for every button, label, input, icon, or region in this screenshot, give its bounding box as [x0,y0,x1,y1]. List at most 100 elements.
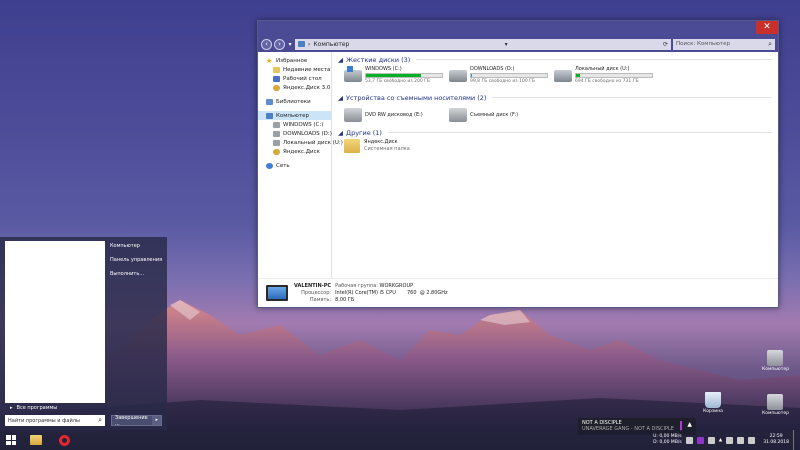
start-item-computer[interactable]: Компьютер [110,243,165,257]
nav-desktop[interactable]: Рабочий стол [258,74,331,83]
search-placeholder: Поиск: Компьютер [676,41,730,47]
drive-list: WINDOWS (C:) 53,7 ГБ свободно из 200 ГБ DO… [344,66,772,90]
details-pane: VALENTIN-PC Рабочая группа: WORKGROUP Пр… [258,278,778,307]
device-list: DVD RW дисковод (E:) Съемный диск (F:) [344,105,772,125]
network-icon [266,162,273,169]
device-label: Съемный диск (F:) [470,112,519,118]
drive-free-space: 53,7 ГБ свободно из 200 ГБ [365,79,430,84]
workgroup-value: WORKGROUP [379,283,414,289]
taskbar-explorer[interactable] [22,430,50,450]
start-item-control-panel[interactable]: Панель управления [110,257,165,271]
desktop-icon-computer[interactable]: Компьютер [762,350,789,372]
forward-button[interactable]: › [274,38,285,50]
network-icon[interactable] [726,436,734,444]
history-dropdown[interactable]: ▾ [287,41,293,48]
clock-date: 31.08.2018 [763,440,789,445]
memory-value: 8,00 ГБ [335,297,355,303]
nav-computer[interactable]: Компьютер [258,111,331,120]
nav-libraries[interactable]: Библиотеки [258,97,331,106]
removable-drive[interactable]: Съемный диск (F:) [449,105,554,125]
drive-tile[interactable]: Локальный диск (U:) 694 ГБ свободно из 73… [554,66,659,90]
taskbar-opera[interactable] [50,430,78,450]
nav-favorites[interactable]: ★ Избранное [258,56,331,65]
nav-drive-d[interactable]: DOWNLOADS (D:) [258,129,332,138]
nav-drive-u[interactable]: Локальный диск (U:) [258,138,343,147]
volume-icon[interactable] [737,436,745,444]
dvd-drive[interactable]: DVD RW дисковод (E:) [344,105,449,125]
drive-icon [273,121,280,128]
drive-tile[interactable]: DOWNLOADS (D:) 99,8 ГБ свободно из 100 ГБ [449,66,554,90]
back-button[interactable]: ‹ [261,38,272,50]
taskbar: U: 0,00 MB/s D: 0,00 MB/s ▲ 22:59 31.08.… [0,430,800,450]
tray-app-icon[interactable] [685,436,693,444]
item-type: Системная папка [364,146,410,152]
yandex-disk-icon [273,84,280,91]
window-titlebar[interactable]: ✕ [258,21,778,36]
star-icon: ★ [266,56,273,65]
group-other[interactable]: ◢ Другие (1) [338,128,772,137]
desktop-icon-recycle-bin[interactable]: Корзина [700,392,726,414]
opera-icon [58,434,70,446]
clock[interactable]: 22:59 31.08.2018 [763,434,789,446]
drive-name: WINDOWS (C:) [365,66,402,72]
system-tray: U: 0,00 MB/s D: 0,00 MB/s ▲ 22:59 31.08.… [653,430,800,450]
programs-list [5,241,105,403]
drive-usage-fill [471,74,472,77]
drive-usage-fill [576,74,580,77]
hard-drive-icon [554,70,572,82]
collapse-icon: ◢ [338,55,343,64]
keyboard-icon[interactable] [748,436,756,444]
network-speed: U: 0,00 MB/s D: 0,00 MB/s [653,434,682,445]
tray-app-icon[interactable] [707,436,715,444]
collapse-icon: ◢ [338,128,343,137]
removable-drive-icon [449,108,467,122]
nav-yandex-disk[interactable]: Яндекс.Диск 3.0 [258,83,331,92]
arrow-icon: ▸ [10,405,13,411]
group-hard-disks[interactable]: ◢ Жесткие диски (3) [338,55,772,64]
computer-icon [767,350,783,366]
search-icon[interactable]: ⌕ [768,40,772,49]
yandex-disk-item[interactable]: Яндекс.Диск Системная папка [344,139,772,153]
drive-tile[interactable]: WINDOWS (C:) 53,7 ГБ свободно из 200 ГБ [344,66,449,90]
drive-usage-fill [366,74,422,77]
nav-drive-c[interactable]: WINDOWS (C:) [258,120,331,129]
refresh-icon[interactable]: ⟳ [663,41,668,48]
navigation-bar: ‹ › ▾ › Компьютер ▾ ⟳ Поиск: Компьютер ⌕ [258,36,778,52]
start-item-run[interactable]: Выполнить... [110,271,165,285]
desktop-icon-computer-2[interactable]: Компьютер [762,394,789,416]
close-button[interactable]: ✕ [756,21,778,34]
address-dropdown[interactable]: ▾ [505,41,508,48]
expand-icon[interactable]: ▲ [687,422,692,428]
workgroup-label: Рабочая группа: [335,283,378,289]
libraries-icon [266,98,273,105]
computer-icon [767,394,783,410]
windows-logo-icon [6,435,16,445]
show-hidden-icons[interactable]: ▲ [719,438,722,443]
tray-media-icon[interactable] [696,436,704,444]
search-input[interactable]: Поиск: Компьютер ⌕ [673,38,775,50]
shutdown-options-icon[interactable]: ▸ [152,416,161,425]
computer-icon [266,112,273,119]
drive-name: Локальный диск (U:) [575,66,630,72]
drive-free-space: 694 ГБ свободно из 731 ГБ [575,79,639,84]
computer-icon [298,41,305,47]
all-programs-button[interactable]: ▸ Все программы [5,403,105,413]
drive-usage-bar [365,73,443,78]
hard-drive-icon [449,70,467,82]
start-button[interactable] [0,430,22,450]
search-icon[interactable]: ⌕ [98,416,102,425]
address-bar[interactable]: › Компьютер ▾ ⟳ [295,38,671,50]
recent-places-icon [273,66,280,73]
nav-network[interactable]: Сеть [258,161,331,170]
show-desktop-button[interactable] [793,430,796,450]
recycle-bin-icon [705,392,721,408]
nav-ydisk[interactable]: Яндекс.Диск [258,147,331,156]
nav-recent[interactable]: Недавние места [258,65,331,74]
start-menu: ▸ Все программы Найти программы и файлы … [0,237,167,430]
drive-usage-bar [470,73,548,78]
shutdown-button[interactable]: Завершение ... ▸ [111,415,162,427]
explorer-window: ✕ ‹ › ▾ › Компьютер ▾ ⟳ Поиск: Компьютер… [257,20,779,308]
dvd-drive-icon [344,108,362,122]
group-removable[interactable]: ◢ Устройства со съемными носителями (2) [338,93,772,102]
start-search-input[interactable]: Найти программы и файлы ⌕ [5,415,105,426]
